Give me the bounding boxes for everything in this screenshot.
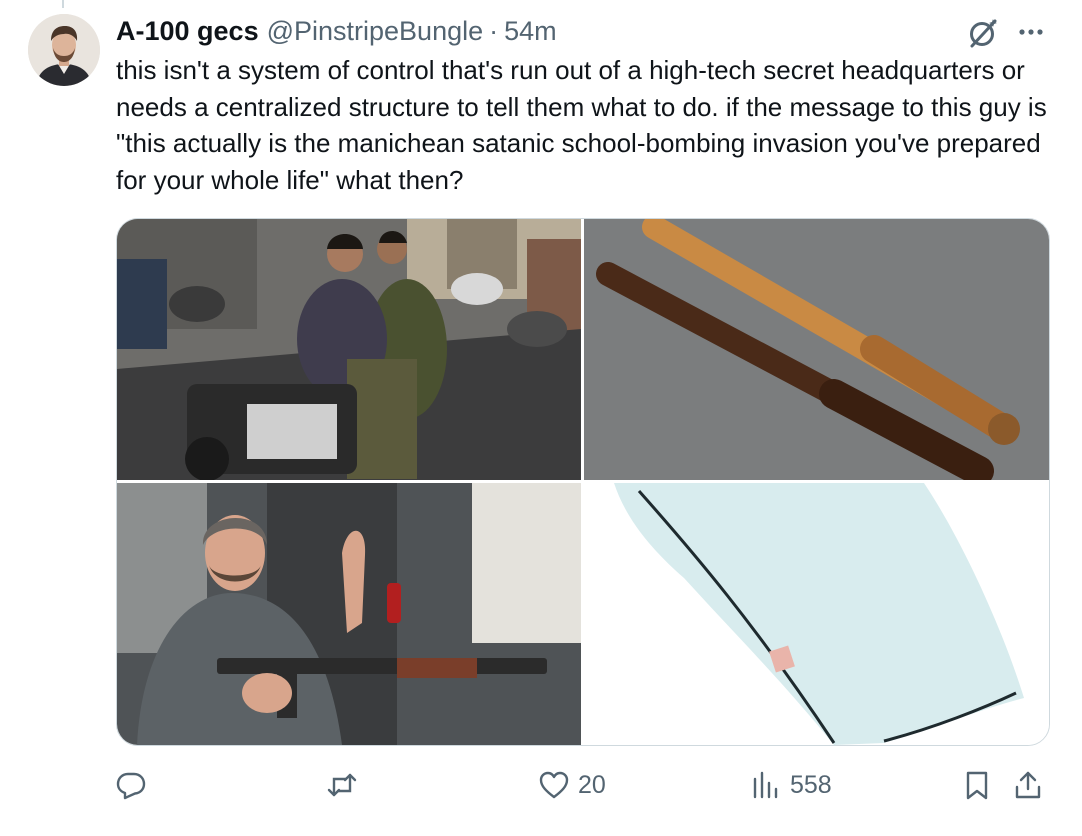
reply-icon (116, 772, 146, 800)
tweet-text: this isn't a system of control that's ru… (116, 55, 1047, 195)
media-photo-3[interactable] (117, 483, 581, 745)
avatar-portrait-icon (28, 14, 100, 86)
heart-icon (539, 771, 569, 799)
action-bar: 20 558 (0, 760, 1082, 810)
media-photo-2[interactable] (584, 219, 1049, 480)
photo-wooden-batons-icon (584, 219, 1049, 480)
photo-man-with-rifle-icon (117, 483, 581, 745)
more-icon[interactable] (1014, 18, 1048, 46)
share-icon (1015, 771, 1041, 799)
thread-connector (62, 0, 64, 8)
tweet: A-100 gecs @PinstripeBungle · 54m this i… (0, 0, 1082, 836)
tweet-header: A-100 gecs @PinstripeBungle · 54m (116, 14, 557, 48)
separator-dot: · (489, 15, 499, 46)
avatar[interactable] (28, 14, 100, 86)
retweet-button[interactable] (326, 760, 366, 810)
user-handle[interactable]: @PinstripeBungle (267, 16, 484, 47)
photo-motorcycle-riders-icon (117, 219, 581, 480)
bookmark-icon (966, 771, 988, 800)
share-button[interactable] (1012, 760, 1044, 810)
media-photo-4[interactable] (584, 483, 1049, 745)
view-count: 558 (790, 770, 832, 799)
reply-button[interactable] (115, 760, 155, 810)
media-grid (116, 218, 1050, 746)
grok-icon[interactable] (966, 16, 1000, 50)
photo-pillow-icon (584, 483, 1049, 745)
views-button[interactable]: 558 (750, 760, 832, 810)
media-photo-1[interactable] (117, 219, 581, 480)
bookmark-button[interactable] (961, 760, 993, 810)
like-count: 20 (578, 770, 606, 799)
timestamp[interactable]: 54m (504, 16, 557, 47)
like-button[interactable]: 20 (538, 760, 606, 810)
views-icon (753, 771, 778, 799)
retweet-icon (327, 773, 357, 797)
display-name[interactable]: A-100 gecs (116, 16, 259, 47)
